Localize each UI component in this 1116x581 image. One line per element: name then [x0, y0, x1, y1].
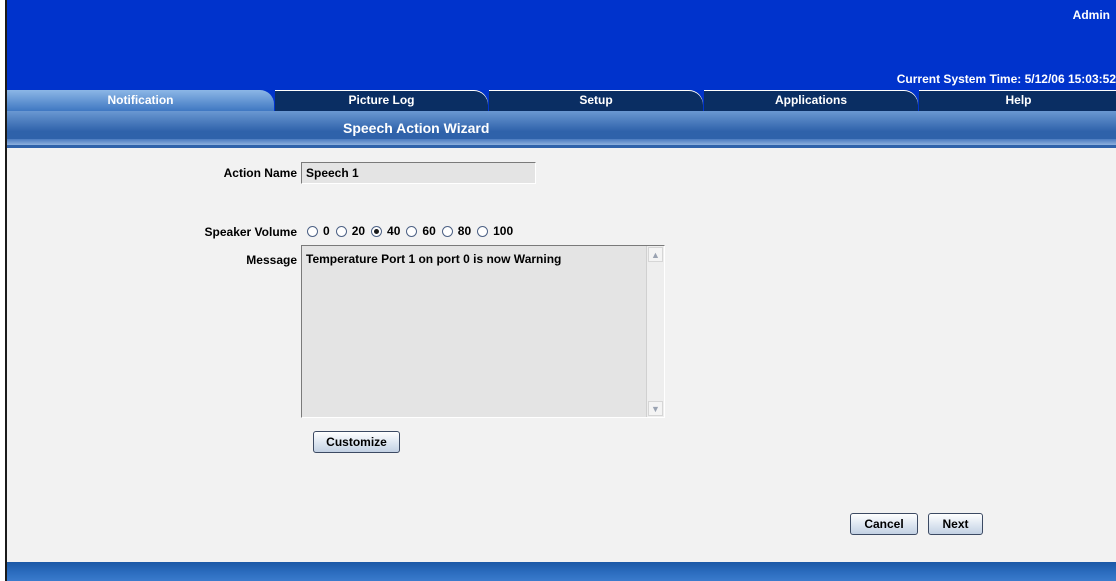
scroll-down-icon[interactable]: ▼ [648, 401, 663, 416]
tab-help[interactable]: Help [919, 90, 1116, 111]
volume-option-100[interactable]: 100 [477, 224, 513, 238]
system-time: Current System Time: 5/12/06 15:03:52 [896, 72, 1116, 86]
tab-bar: Notification Picture Log Setup Applicati… [7, 90, 1116, 111]
tab-applications[interactable]: Applications [704, 90, 918, 111]
action-name-input[interactable] [301, 162, 536, 184]
volume-option-label: 20 [351, 224, 366, 238]
volume-option-40[interactable]: 40 [371, 224, 400, 238]
volume-option-label: 80 [457, 224, 472, 238]
footer-bar [7, 562, 1116, 581]
volume-option-20[interactable]: 20 [335, 224, 366, 238]
volume-option-60[interactable]: 60 [406, 224, 436, 238]
volume-option-label: 0 [323, 224, 330, 238]
action-name-label: Action Name [223, 166, 297, 180]
radio-checked-icon[interactable] [371, 225, 383, 237]
message-text: Temperature Port 1 on port 0 is now Warn… [306, 252, 562, 266]
user-label[interactable]: Admin [1073, 8, 1110, 22]
radio-icon[interactable] [335, 225, 347, 237]
customize-button[interactable]: Customize [313, 431, 400, 453]
volume-option-0[interactable]: 0 [307, 224, 330, 238]
tab-picture-log[interactable]: Picture Log [275, 90, 488, 111]
volume-option-label: 60 [422, 224, 436, 238]
message-scrollbar[interactable]: ▲ ▼ [646, 246, 664, 417]
wizard-header: Speech Action Wizard [7, 111, 1116, 148]
tab-setup[interactable]: Setup [489, 90, 703, 111]
app-window: Admin Current System Time: 5/12/06 15:03… [5, 0, 1116, 581]
wizard-title: Speech Action Wizard [343, 120, 490, 136]
volume-option-80[interactable]: 80 [441, 224, 472, 238]
top-banner: Admin Current System Time: 5/12/06 15:03… [7, 0, 1116, 90]
radio-icon[interactable] [406, 225, 418, 237]
volume-option-label: 100 [493, 224, 514, 238]
next-button[interactable]: Next [928, 513, 983, 535]
speaker-volume-label: Speaker Volume [204, 225, 297, 239]
speaker-volume-radio-group: 0 20 40 60 80 100 [307, 222, 519, 240]
volume-option-label: 40 [387, 224, 401, 238]
scroll-up-icon[interactable]: ▲ [648, 247, 663, 262]
radio-icon[interactable] [441, 225, 453, 237]
message-label: Message [246, 253, 297, 267]
radio-icon[interactable] [307, 225, 318, 237]
cancel-button[interactable]: Cancel [850, 513, 918, 535]
tab-notification[interactable]: Notification [7, 90, 274, 111]
radio-icon[interactable] [477, 225, 489, 237]
message-textarea[interactable]: Temperature Port 1 on port 0 is now Warn… [301, 245, 665, 418]
